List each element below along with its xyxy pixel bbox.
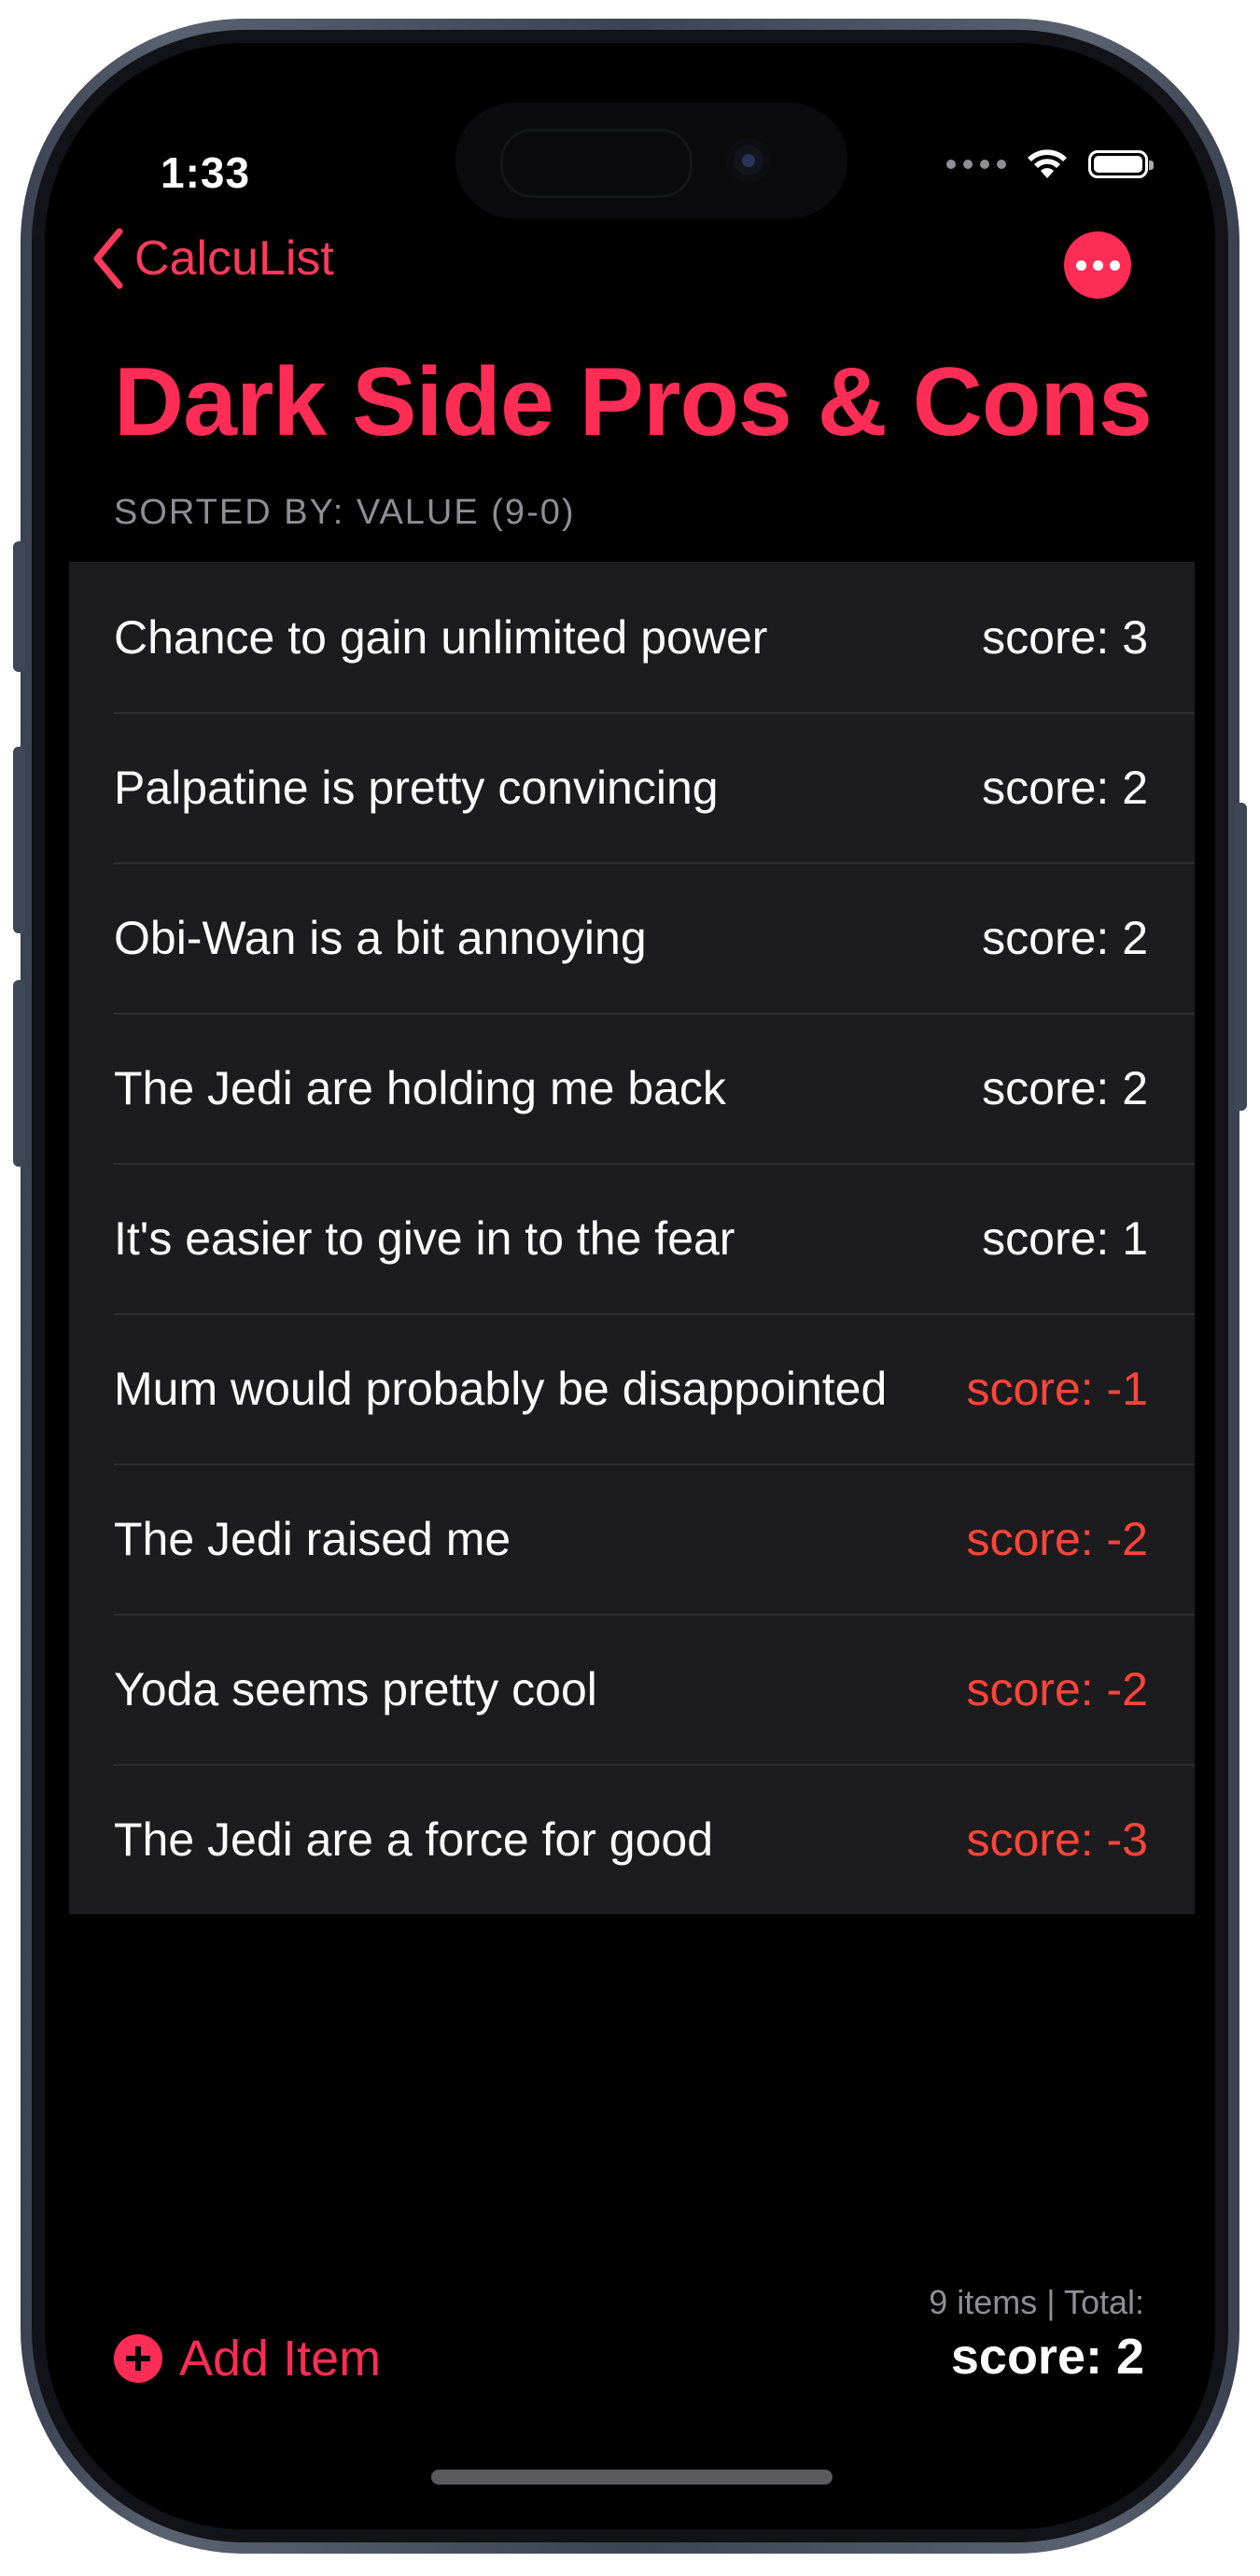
- item-title: The Jedi raised me: [114, 1512, 511, 1565]
- volume-up-button: [13, 747, 26, 933]
- list-item[interactable]: The Jedi are holding me back score: 2: [69, 1013, 1195, 1163]
- volume-down-button: [13, 980, 26, 1167]
- status-icons: [946, 147, 1154, 181]
- total-summary: 9 items | Total: score: 2: [929, 2283, 1144, 2386]
- page-title: Dark Side Pros & Cons: [114, 348, 1153, 456]
- list-item[interactable]: Palpatine is pretty convincing score: 2: [69, 712, 1195, 862]
- power-button: [1234, 803, 1247, 1111]
- item-title: Obi-Wan is a bit annoying: [114, 911, 647, 964]
- item-score: score: 2: [982, 761, 1148, 814]
- battery-icon: [1088, 150, 1154, 178]
- back-button[interactable]: CalcuList: [90, 226, 334, 291]
- more-options-button[interactable]: [1064, 231, 1131, 299]
- item-score: score: -3: [966, 1813, 1148, 1866]
- total-score: score: 2: [950, 2329, 1144, 2385]
- item-score: score: 3: [982, 610, 1148, 664]
- ellipsis-icon: [1075, 259, 1086, 271]
- front-camera-icon: [726, 138, 771, 183]
- status-time: 1:33: [161, 148, 251, 197]
- list-item[interactable]: Chance to gain unlimited power score: 3: [69, 562, 1195, 712]
- items-list: Chance to gain unlimited power score: 3 …: [69, 562, 1195, 1914]
- list-item[interactable]: The Jedi are a force for good score: -3: [69, 1764, 1195, 1914]
- cellular-signal-icon: [946, 160, 1006, 169]
- item-title: Chance to gain unlimited power: [114, 610, 768, 664]
- item-score: score: 2: [982, 1061, 1148, 1114]
- item-count-label: 9 items | Total:: [929, 2283, 1144, 2321]
- dynamic-island: [455, 103, 847, 218]
- item-score: score: -1: [966, 1362, 1148, 1415]
- list-item[interactable]: The Jedi raised me score: -2: [69, 1463, 1195, 1614]
- list-item[interactable]: It's easier to give in to the fear score…: [69, 1163, 1195, 1313]
- chevron-left-icon: [93, 228, 123, 289]
- screen: 1:33 CalcuList Dark Side Pros & Cons SOR…: [45, 43, 1215, 2529]
- item-title: The Jedi are a force for good: [114, 1813, 714, 1866]
- list-item[interactable]: Obi-Wan is a bit annoying score: 2: [69, 862, 1195, 1013]
- wifi-icon: [1028, 149, 1067, 178]
- island-sensor: [500, 129, 693, 198]
- item-score: score: 2: [982, 911, 1148, 964]
- list-item[interactable]: Mum would probably be disappointed score…: [69, 1313, 1195, 1463]
- add-item-button[interactable]: Add Item: [114, 2330, 381, 2387]
- sort-label: SORTED BY: VALUE (9-0): [114, 493, 576, 532]
- item-title: Palpatine is pretty convincing: [114, 761, 719, 814]
- item-title: Yoda seems pretty cool: [114, 1662, 597, 1715]
- item-title: Mum would probably be disappointed: [114, 1362, 888, 1415]
- list-item[interactable]: Yoda seems pretty cool score: -2: [69, 1614, 1195, 1764]
- home-indicator[interactable]: [431, 2470, 833, 2485]
- item-score: score: 1: [982, 1211, 1148, 1265]
- item-title: The Jedi are holding me back: [114, 1061, 726, 1114]
- add-item-label: Add Item: [179, 2331, 382, 2387]
- back-label: CalcuList: [134, 231, 334, 286]
- item-score: score: -2: [966, 1512, 1148, 1565]
- item-score: score: -2: [966, 1662, 1148, 1715]
- plus-circle-icon: [114, 2334, 162, 2383]
- item-title: It's easier to give in to the fear: [114, 1211, 735, 1265]
- action-button: [13, 541, 26, 672]
